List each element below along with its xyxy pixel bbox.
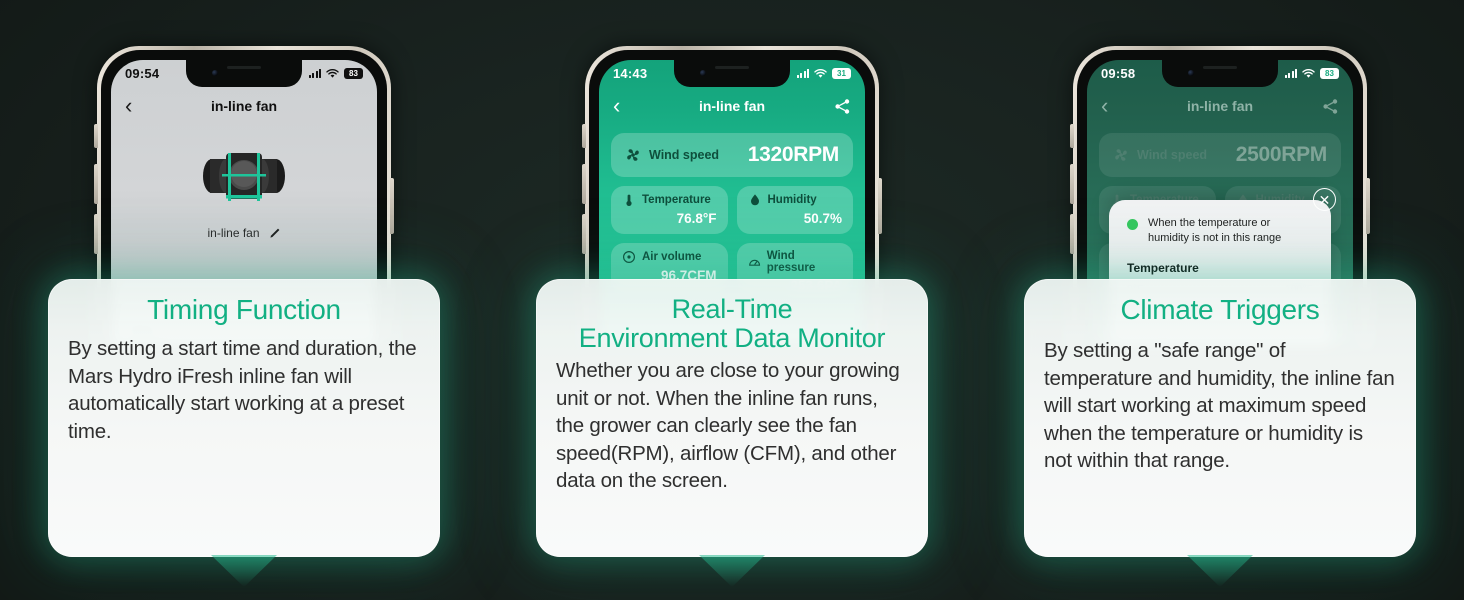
- metric-label: Humidity: [767, 194, 817, 206]
- status-indicators: 83: [308, 68, 363, 79]
- gauge-icon: [748, 259, 760, 266]
- green-dot-icon: [1127, 219, 1138, 230]
- feature-panel-climate: 09:58 83 ‹ in-line fan Wind speed 2500RP…: [976, 0, 1464, 600]
- battery-indicator: 31: [832, 68, 851, 79]
- wind-speed-value: 1320RPM: [747, 143, 840, 166]
- mute-switch[interactable]: [94, 124, 98, 148]
- wind-speed-label: Wind speed: [1137, 148, 1208, 162]
- power-button[interactable]: [1366, 178, 1370, 234]
- feature-description: By setting a start time and duration, th…: [68, 337, 417, 443]
- signal-bars-icon: [796, 69, 809, 78]
- status-bar: 14:43 31: [599, 60, 865, 87]
- device-name-row[interactable]: in-line fan: [111, 226, 377, 240]
- battery-indicator: 83: [344, 68, 363, 79]
- power-button[interactable]: [878, 178, 882, 234]
- metrics-grid: Temperature 76.8°F Humidity 50.7% Air vo…: [611, 186, 853, 293]
- fan-icon: [1115, 149, 1127, 161]
- wifi-icon: [1302, 68, 1315, 78]
- feature-description: By setting a "safe range" of temperature…: [1044, 339, 1395, 473]
- chevron-left-icon[interactable]: ‹: [125, 95, 147, 117]
- water-drop-icon: [750, 194, 759, 206]
- page-title: in-line fan: [1186, 98, 1254, 114]
- status-bar: 09:58 83: [1087, 60, 1353, 87]
- dialog-section-temperature: Temperature: [1127, 260, 1199, 275]
- feature-title: Real-Time Environment Data Monitor: [556, 294, 908, 354]
- mute-switch[interactable]: [1070, 124, 1074, 148]
- wind-speed-card[interactable]: Wind speed 2500RPM: [1099, 133, 1341, 177]
- nav-right-slot: [1317, 98, 1339, 115]
- volume-down-button[interactable]: [94, 214, 98, 254]
- signal-bars-icon: [308, 69, 321, 78]
- wind-speed-left: Wind speed: [1113, 147, 1207, 163]
- volume-up-button[interactable]: [94, 164, 98, 204]
- dialog-headline: When the temperature or humidity is not …: [1148, 217, 1282, 244]
- dialog-headline-row: When the temperature or humidity is not …: [1127, 216, 1313, 246]
- volume-up-button[interactable]: [1070, 164, 1074, 204]
- promo-banner: 09:54 83 ‹ in-line fan in-line fan Timin…: [0, 0, 1464, 600]
- inline-fan-image: [203, 153, 285, 201]
- feature-panel-timing: 09:54 83 ‹ in-line fan in-line fan Timin…: [0, 0, 488, 600]
- chevron-left-icon[interactable]: ‹: [1101, 95, 1123, 117]
- feature-card-monitor: Real-Time Environment Data Monitor Wheth…: [536, 279, 928, 557]
- metric-header: Wind pressure: [748, 250, 843, 274]
- nav-right-slot: [829, 98, 851, 115]
- feature-title: Climate Triggers: [1120, 294, 1320, 325]
- pencil-edit-icon[interactable]: [268, 227, 281, 240]
- feature-panel-monitor: 14:43 31 ‹ in-line fan Wind speed 1320RP…: [488, 0, 976, 600]
- status-indicators: 31: [796, 68, 851, 79]
- share-icon[interactable]: [1322, 98, 1339, 115]
- metric-header: Air volume: [622, 250, 717, 264]
- volume-down-button[interactable]: [1070, 214, 1074, 254]
- status-time: 14:43: [613, 66, 648, 81]
- chevron-left-icon[interactable]: ‹: [613, 95, 635, 117]
- device-name: in-line fan: [207, 226, 260, 240]
- page-title: in-line fan: [210, 98, 278, 114]
- metric-label: Air volume: [642, 251, 702, 263]
- metrics-container: Wind speed 1320RPM Temperature 76.8°F Hu…: [599, 125, 865, 293]
- feature-title-line2: Environment Data Monitor: [578, 323, 886, 354]
- power-button[interactable]: [390, 178, 394, 234]
- metric-card-humidity[interactable]: Humidity 50.7%: [736, 186, 853, 234]
- share-icon[interactable]: [834, 98, 851, 115]
- mute-switch[interactable]: [582, 124, 586, 148]
- metric-header: Humidity: [748, 193, 843, 207]
- battery-indicator: 83: [1320, 68, 1339, 79]
- wifi-icon: [814, 68, 827, 78]
- metric-header: Temperature: [622, 193, 717, 207]
- metric-value: 50.7%: [803, 211, 842, 226]
- metric-label: Temperature: [642, 194, 711, 206]
- feature-card-climate: Climate Triggers By setting a "safe rang…: [1024, 279, 1416, 557]
- thermometer-icon: [626, 194, 632, 206]
- wifi-icon: [326, 68, 339, 78]
- nav-bar: ‹ in-line fan: [111, 87, 377, 125]
- status-time: 09:58: [1101, 66, 1136, 81]
- feature-card-timing: Timing Function By setting a start time …: [48, 279, 440, 557]
- wind-speed-value: 2500RPM: [1235, 143, 1328, 166]
- device-hero: in-line fan: [111, 125, 377, 240]
- metric-label: Wind pressure: [766, 250, 816, 274]
- feature-description: Whether you are close to your growing un…: [556, 359, 900, 493]
- nav-bar: ‹ in-line fan: [599, 87, 865, 125]
- volume-down-button[interactable]: [582, 214, 586, 254]
- wind-speed-card[interactable]: Wind speed 1320RPM: [611, 133, 853, 177]
- page-title: in-line fan: [698, 98, 766, 114]
- feature-title: Timing Function: [147, 294, 341, 325]
- status-time: 09:54: [125, 66, 160, 81]
- status-bar: 09:54 83: [111, 60, 377, 87]
- metric-value: 76.8°F: [676, 211, 717, 226]
- air-volume-icon: [622, 250, 636, 264]
- status-indicators: 83: [1284, 68, 1339, 79]
- signal-bars-icon: [1284, 69, 1297, 78]
- wind-speed-left: Wind speed: [625, 147, 719, 163]
- volume-up-button[interactable]: [582, 164, 586, 204]
- fan-icon: [627, 149, 639, 161]
- wind-speed-label: Wind speed: [649, 148, 720, 162]
- feature-title-line1: Real-Time: [671, 294, 793, 324]
- metric-card-temperature[interactable]: Temperature 76.8°F: [611, 186, 728, 234]
- nav-bar: ‹ in-line fan: [1087, 87, 1353, 125]
- close-circle-icon[interactable]: ✕: [1313, 188, 1336, 211]
